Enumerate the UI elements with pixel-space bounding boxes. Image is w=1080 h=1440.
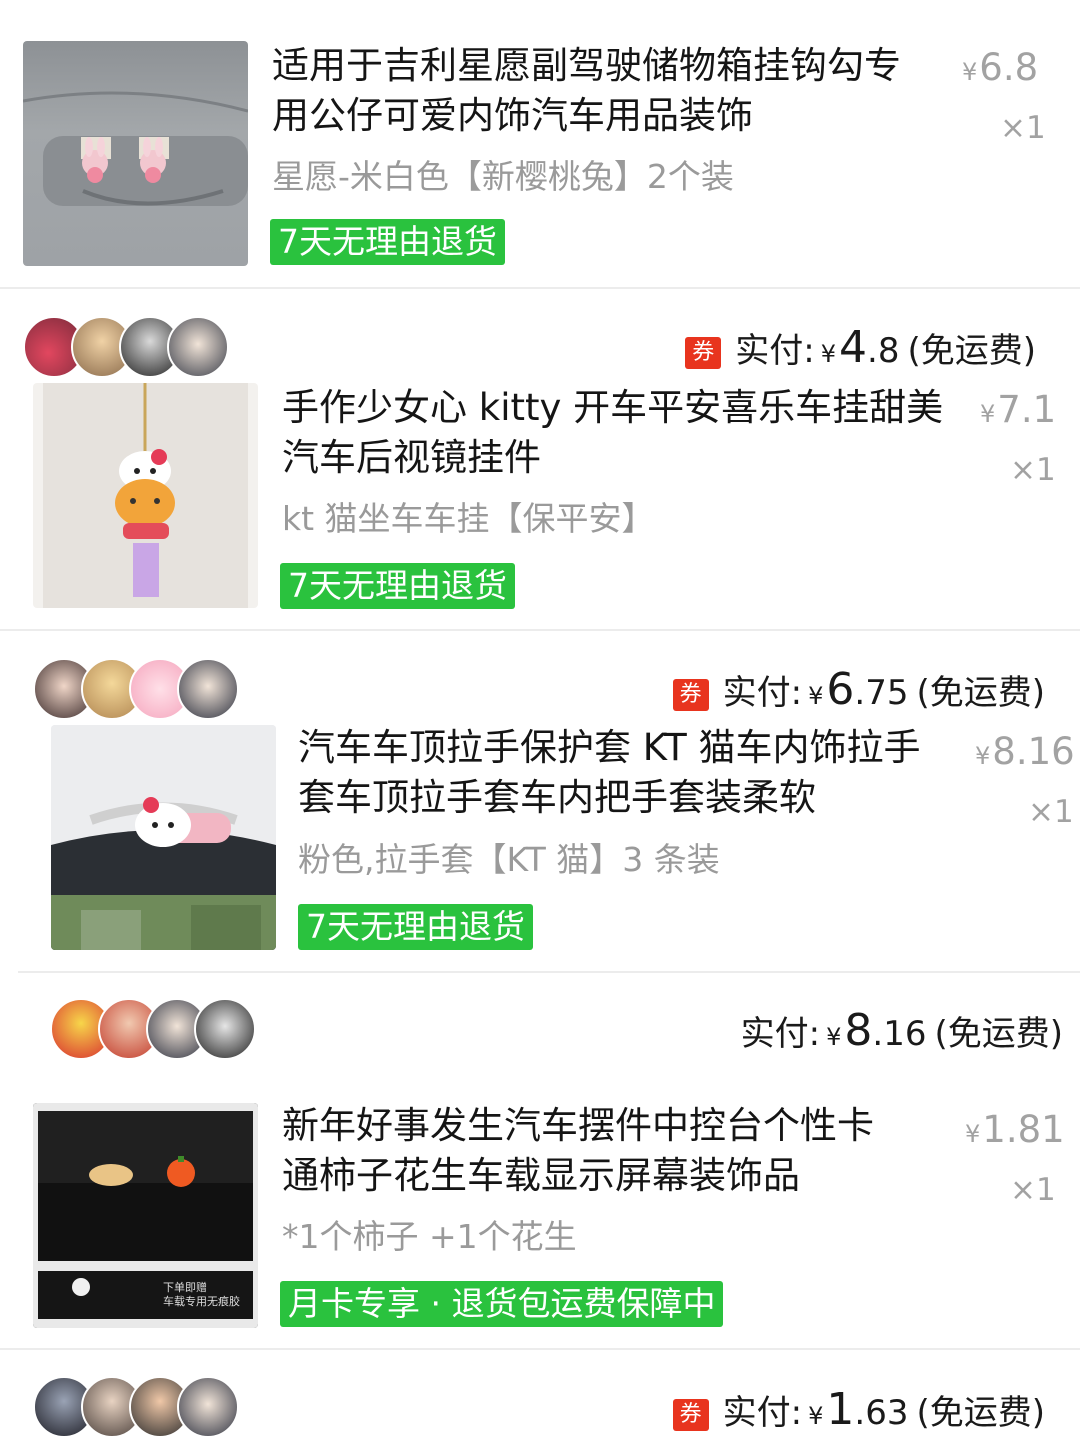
product-title-line2[interactable]: 用公仔可爱内饰汽车用品装饰: [272, 90, 753, 142]
paid-amount: 券 实付: ¥ 1 .63 (免运费): [672, 1384, 1045, 1435]
quantity: ×1: [1010, 1172, 1056, 1208]
product-spec: 粉色,拉手套【KT 猫】3 条装: [298, 840, 720, 879]
paid-amount: 券 实付: ¥ 4 .8 (免运费): [685, 322, 1036, 373]
return-policy-tag: 7天无理由退货: [298, 904, 533, 950]
product-spec: *1个柿子 +1个花生: [282, 1217, 577, 1256]
group-buyer-avatars[interactable]: [50, 998, 256, 1060]
unit-price: ¥6.8: [962, 46, 1039, 89]
quantity: ×1: [1028, 794, 1074, 830]
avatar: [177, 1376, 239, 1438]
return-shipping-tag: 月卡专享 · 退货包运费保障中: [280, 1281, 724, 1327]
divider: [0, 629, 1080, 631]
quantity: ×1: [1000, 110, 1046, 146]
paid-amount: 实付: ¥ 8 .16 (免运费): [740, 1005, 1063, 1056]
product-title-line2[interactable]: 通柿子花生车载显示屏幕装饰品: [282, 1150, 800, 1202]
unit-price: ¥8.16: [975, 730, 1075, 773]
thumb-caption-2: 车载专用无痕胶: [163, 1295, 240, 1308]
unit-price: ¥1.81: [965, 1108, 1065, 1151]
divider: [0, 1348, 1080, 1350]
unit-price: ¥7.1: [980, 388, 1057, 431]
product-title-line1[interactable]: 汽车车顶拉手保护套 KT 猫车内饰拉手: [298, 722, 921, 774]
paid-amount: 券 实付: ¥ 6 .75 (免运费): [672, 664, 1045, 715]
coupon-icon: 券: [672, 1399, 709, 1431]
product-spec: 星愿-米白色【新樱桃兔】2个装: [272, 157, 734, 196]
avatar: [194, 998, 256, 1060]
product-thumbnail[interactable]: [33, 383, 258, 608]
coupon-icon: 券: [685, 337, 722, 369]
product-thumbnail[interactable]: [23, 41, 248, 266]
group-buyer-avatars[interactable]: [23, 316, 229, 378]
kitty-car-charm-image: [43, 383, 248, 608]
thumb-caption-1: 下单即赠: [163, 1281, 207, 1294]
quantity: ×1: [1010, 452, 1056, 488]
product-thumbnail[interactable]: 下单即赠 车载专用无痕胶: [33, 1103, 258, 1328]
return-policy-tag: 7天无理由退货: [280, 563, 515, 609]
coupon-icon: 券: [672, 679, 709, 711]
return-policy-tag: 7天无理由退货: [270, 219, 505, 265]
product-thumbnail[interactable]: [51, 725, 276, 950]
kitty-grab-handle-image: [51, 725, 276, 950]
group-buyer-avatars[interactable]: [33, 658, 239, 720]
divider: [0, 287, 1080, 289]
divider: [18, 971, 1080, 973]
group-buyer-avatars[interactable]: [33, 1376, 239, 1438]
product-title-line2[interactable]: 汽车后视镜挂件: [282, 432, 541, 484]
product-spec: kt 猫坐车车挂【保平安】: [282, 499, 655, 538]
product-title-line2[interactable]: 套车顶拉手套车内把手套装柔软: [298, 772, 816, 824]
product-title-line1[interactable]: 新年好事发生汽车摆件中控台个性卡: [282, 1100, 874, 1152]
car-storage-box-image: [23, 91, 248, 206]
product-title-line1[interactable]: 手作少女心 kitty 开车平安喜乐车挂甜美: [282, 382, 943, 434]
product-title-line1[interactable]: 适用于吉利星愿副驾驶储物箱挂钩勾专: [272, 40, 901, 92]
avatar: [177, 658, 239, 720]
avatar: [167, 316, 229, 378]
